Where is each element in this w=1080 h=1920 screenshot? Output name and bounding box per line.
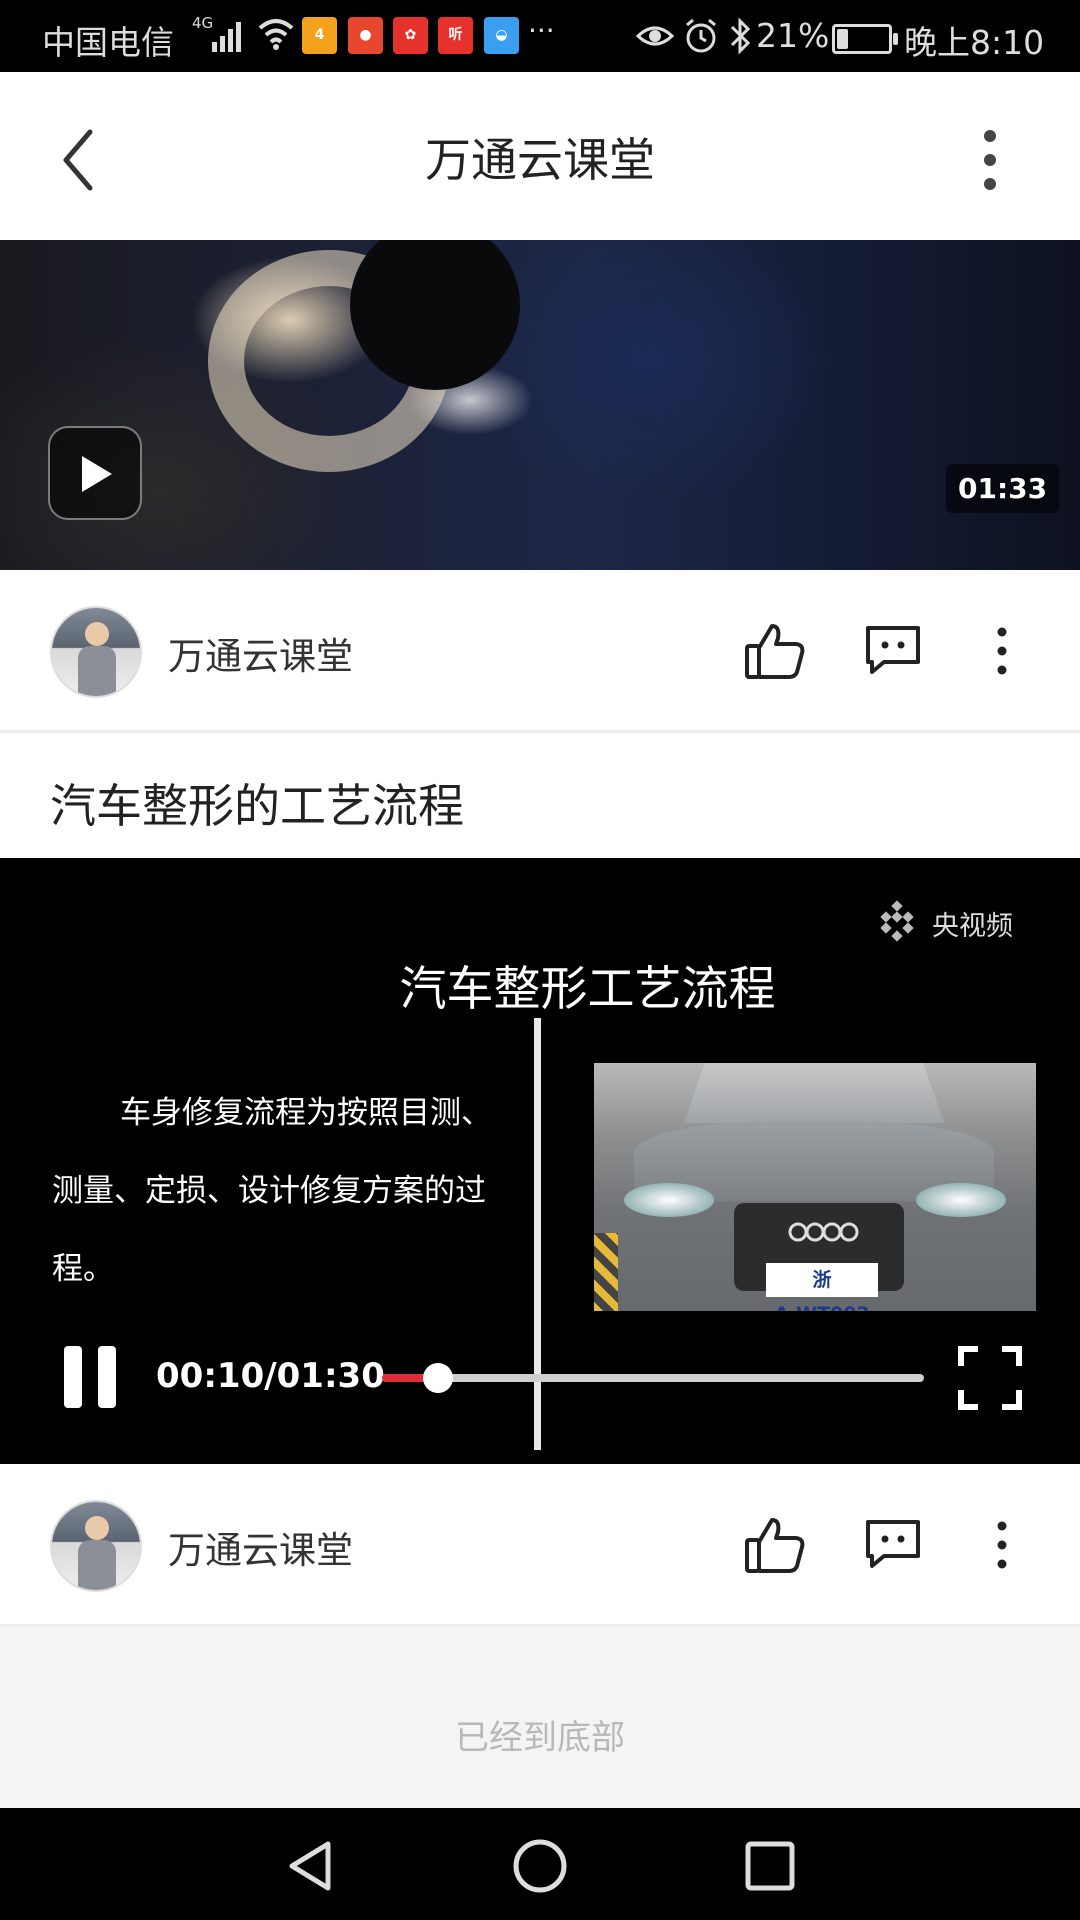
home-circle-icon [513,1839,567,1893]
license-plate: 浙A·WT002 [766,1263,878,1311]
play-button[interactable] [48,426,142,520]
vertical-dots-icon [997,1521,1007,1569]
bluetooth-icon [730,17,751,55]
back-triangle-icon [289,1841,331,1891]
fullscreen-button[interactable] [958,1346,1022,1410]
battery-icon [832,24,898,54]
time-display: 00:10/01:30 [156,1356,385,1396]
thumbs-up-icon [745,1518,805,1573]
car-image: 浙A·WT002 [594,1063,1036,1311]
status-bar: 中国电信 4G 4 ● ✿ 听 ◒ ··· 21% 晚上8:10 [0,0,1080,72]
author-row: 万通云课堂 [0,1464,1080,1626]
video-app-icon: ● [348,17,383,54]
more-options-button[interactable] [990,1520,1014,1570]
recents-square-icon [745,1841,795,1891]
seek-bar[interactable] [382,1363,924,1393]
video-heading: 汽车整形工艺流程 [399,962,776,1017]
wifi-icon [258,19,294,50]
vertical-dots-icon [984,130,996,190]
play-icon [82,456,112,492]
carrier-name: 中国电信 [42,23,174,62]
more-notifications-icon: ··· [528,14,555,47]
nav-recents-button[interactable] [740,1836,800,1896]
chat-app-icon: ◒ [484,17,519,54]
watermark-text: 央视频 [932,911,1013,942]
fullscreen-icon [958,1346,1022,1410]
like-button[interactable] [744,622,806,680]
photo-app-icon: ✿ [393,17,428,54]
signal-icon [210,18,244,52]
clock: 晚上8:10 [904,23,1045,62]
video-body-text: 车身修复流程为按照目测、测量、定损、设计修复方案的过程。 [52,1074,522,1308]
video-divider [534,1018,541,1450]
comment-button[interactable] [864,624,922,676]
comment-icon [866,1520,920,1568]
author-name[interactable]: 万通云课堂 [168,626,353,680]
thumbs-up-icon [745,624,805,679]
news-app-icon: 4 [302,17,337,54]
vertical-dots-icon [997,627,1007,675]
more-options-button[interactable] [990,626,1014,676]
watermark-logo-icon [880,900,914,942]
video-body-content: 车身修复流程为按照目测、测量、定损、设计修复方案的过程。 [52,1095,492,1287]
post-title: 汽车整形的工艺流程 [50,779,464,833]
pause-button[interactable] [62,1346,118,1410]
video-thumbnail[interactable]: 01:33 [0,240,1080,570]
eye-icon [636,26,674,46]
page-title: 万通云课堂 [425,133,655,187]
end-of-list-text: 已经到底部 [455,1718,625,1758]
author-row: 万通云课堂 [0,570,1080,732]
listen-app-icon: 听 [438,17,473,54]
comment-icon [866,626,920,674]
author-name[interactable]: 万通云课堂 [168,1520,353,1574]
nav-home-button[interactable] [510,1836,570,1896]
system-nav-bar [0,1808,1080,1920]
comment-button[interactable] [864,1518,922,1570]
alarm-icon [686,18,716,53]
post-title-section: 汽车整形的工艺流程 [0,734,1080,858]
avatar[interactable] [50,1500,142,1592]
more-menu-button[interactable] [970,126,1010,196]
app-header: 万通云课堂 [0,72,1080,240]
like-button[interactable] [744,1516,806,1574]
avatar[interactable] [50,606,142,698]
video-duration: 01:33 [946,464,1060,513]
battery-percent: 21% [756,16,830,55]
seek-thumb[interactable] [423,1363,454,1393]
video-player[interactable]: 央视频 汽车整形工艺流程 车身修复流程为按照目测、测量、定损、设计修复方案的过程… [0,858,1080,1464]
nav-back-button[interactable] [280,1836,340,1896]
